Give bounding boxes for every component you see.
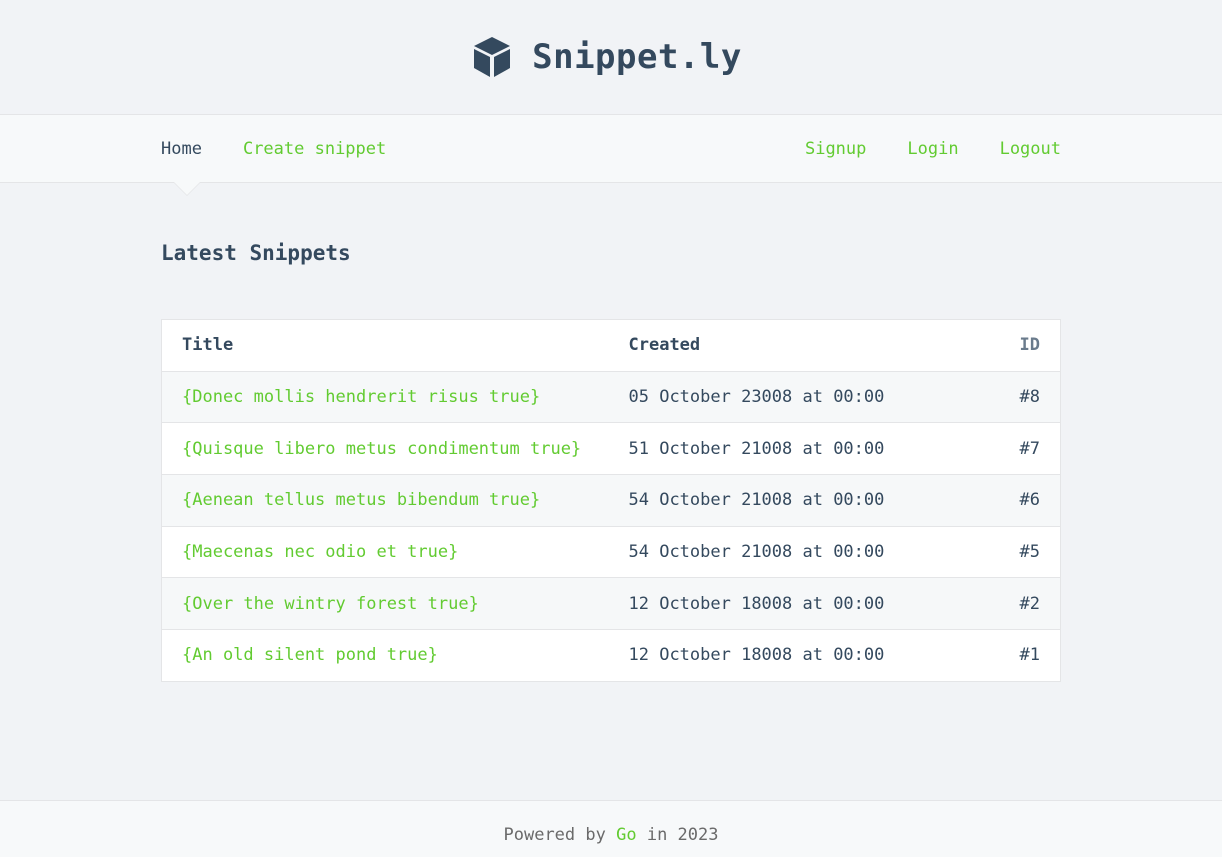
table-row: {An old silent pond true} 12 October 180… [161,629,1061,682]
table-header-row: Title Created ID [162,320,1061,372]
nav-signup-link[interactable]: Signup [805,139,866,159]
main-nav: Home Create snippet Signup Login Logout [0,114,1222,196]
snippet-created: 54 October 21008 at 00:00 [628,525,971,578]
brand-link[interactable]: Snippet.ly [472,35,742,79]
snippet-created: 12 October 18008 at 00:00 [628,577,971,630]
snippet-created: 05 October 23008 at 00:00 [628,370,971,423]
snippet-id: #7 [970,422,1061,475]
snippet-created: 54 October 21008 at 00:00 [628,474,971,527]
snippet-title-link[interactable]: {Maecenas nec odio et true} [182,542,458,562]
nav-right: Signup Login Logout [764,139,1061,159]
nav-create-snippet-link[interactable]: Create snippet [243,139,386,159]
table-row: {Quisque libero metus condimentum true} … [161,422,1061,475]
table-row: {Donec mollis hendrerit risus true} 05 O… [161,370,1061,423]
footer-suffix: in 2023 [646,825,719,845]
footer-go-link[interactable]: Go [616,825,636,845]
snippet-id: #1 [970,629,1061,682]
site-header: Snippet.ly [0,0,1222,114]
table-row: {Maecenas nec odio et true} 54 October 2… [161,525,1061,578]
table-row: {Over the wintry forest true} 12 October… [161,577,1061,630]
page-title: Latest Snippets [161,241,351,265]
nav-home-link[interactable]: Home [161,139,202,159]
snippet-title-link[interactable]: {Aenean tellus metus bibendum true} [182,490,540,510]
table-row: {Aenean tellus metus bibendum true} 54 O… [161,474,1061,527]
footer-prefix: Powered by [503,825,606,845]
main-content: Latest Snippets Title Created ID {Donec … [161,183,1061,682]
snippet-id: #8 [970,370,1061,423]
nav-login-link[interactable]: Login [907,139,958,159]
cube-icon [474,37,511,77]
snippet-id: #2 [970,577,1061,630]
snippet-id: #5 [970,525,1061,578]
snippet-title-link[interactable]: {An old silent pond true} [182,645,438,665]
snippet-created: 12 October 18008 at 00:00 [628,629,971,682]
snippet-title-link[interactable]: {Over the wintry forest true} [182,594,479,614]
snippet-id: #6 [970,474,1061,527]
nav-left: Home Create snippet [161,139,427,159]
site-title: Snippet.ly [532,37,742,77]
snippet-title-link[interactable]: {Donec mollis hendrerit risus true} [182,387,540,407]
snippets-table: Title Created ID {Donec mollis hendrerit… [161,319,1061,682]
column-header-id: ID [1019,335,1040,356]
snippet-created: 51 October 21008 at 00:00 [628,422,971,475]
active-nav-pointer [174,182,200,195]
snippet-title-link[interactable]: {Quisque libero metus condimentum true} [182,439,581,459]
column-header-title: Title [182,335,234,356]
nav-logout-link[interactable]: Logout [1000,139,1061,159]
site-footer: Powered by Go in 2023 [0,800,1222,857]
column-header-created: Created [628,335,701,356]
